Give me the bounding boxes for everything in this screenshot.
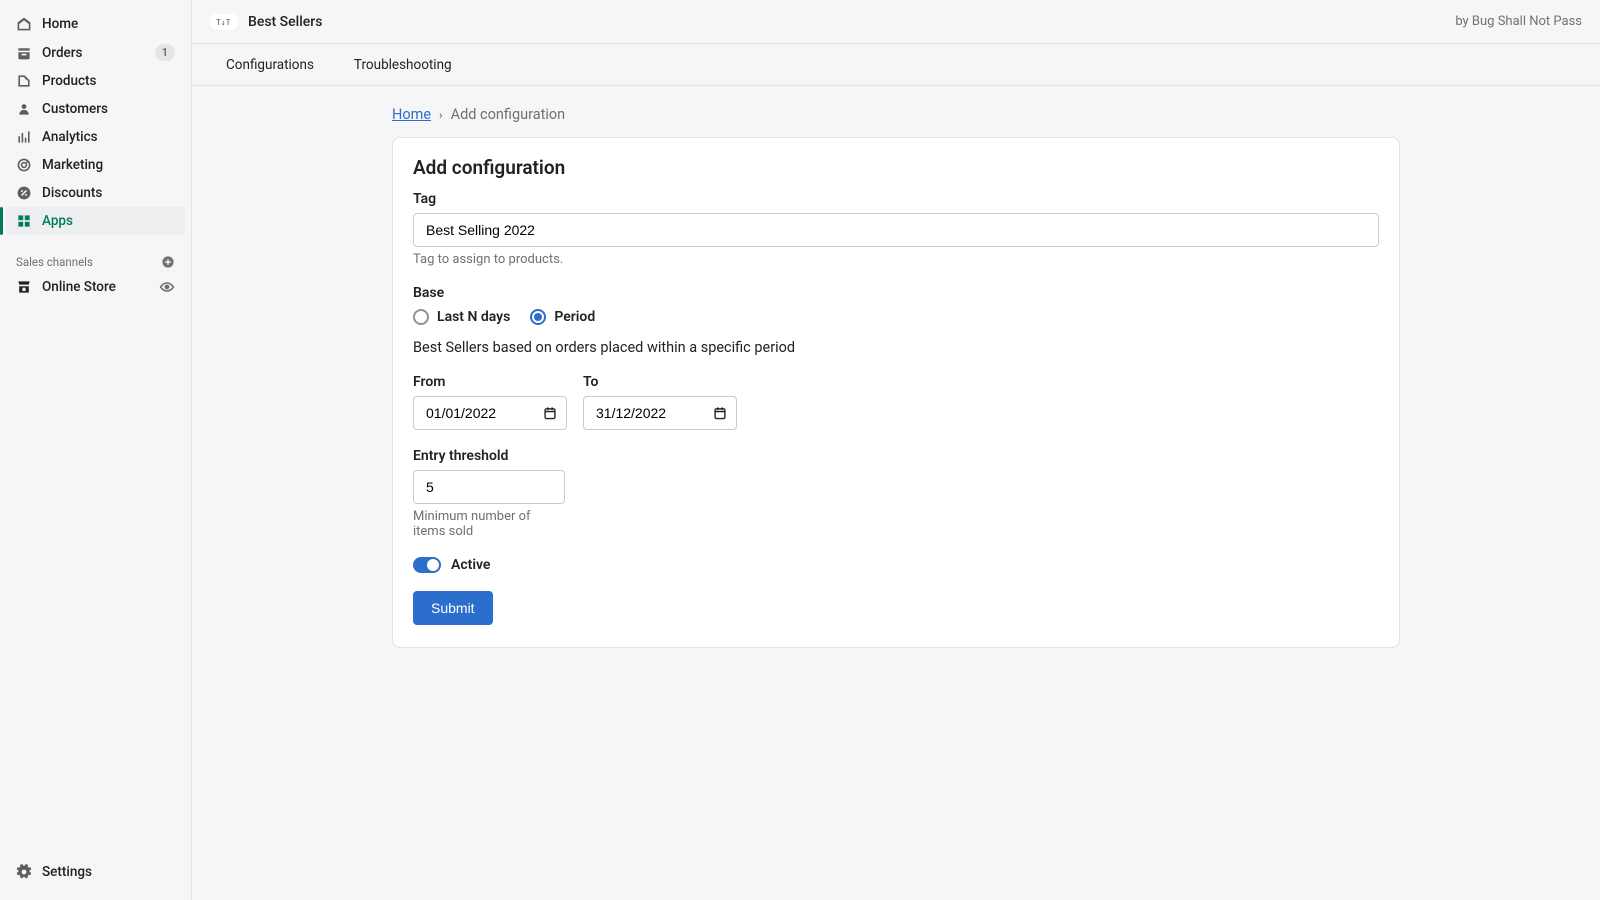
radio-circle-icon [413,309,429,325]
sales-channels-label: Sales channels [16,255,93,269]
discounts-icon [16,185,32,201]
threshold-label: Entry threshold [413,448,1379,464]
from-date-input[interactable] [413,396,567,430]
app-logo-badge: T↓T [210,14,238,30]
plus-circle-icon[interactable] [161,255,175,269]
sidebar: Home Orders 1 Products Customers [0,0,192,900]
online-store-label: Online Store [42,279,116,295]
svg-text:T↓T: T↓T [216,18,231,27]
sidebar-item-orders[interactable]: Orders 1 [6,38,185,67]
chevron-right-icon: › [439,108,443,122]
gear-icon [16,864,32,880]
base-label: Base [413,285,1379,301]
base-radio-group: Last N days Period [413,309,1379,325]
sidebar-item-label: Customers [42,101,108,117]
active-toggle[interactable] [413,557,441,573]
orders-badge: 1 [155,44,175,61]
radio-period[interactable]: Period [530,309,595,325]
sidebar-item-label: Orders [42,45,83,61]
tab-configurations[interactable]: Configurations [212,47,328,83]
sidebar-item-label: Products [42,73,96,89]
sidebar-item-label: Discounts [42,185,102,201]
eye-icon[interactable] [159,279,175,295]
breadcrumb-current: Add configuration [451,106,566,123]
sidebar-item-customers[interactable]: Customers [6,95,185,123]
tab-troubleshooting[interactable]: Troubleshooting [340,47,466,83]
sidebar-item-label: Apps [42,213,73,229]
settings-label: Settings [42,864,92,880]
sales-channels-header: Sales channels [0,245,191,273]
card-title: Add configuration [413,156,1379,179]
sidebar-item-label: Marketing [42,157,103,173]
submit-button[interactable]: Submit [413,591,493,625]
sidebar-item-apps[interactable]: Apps [6,207,185,235]
sidebar-item-label: Home [42,16,78,32]
threshold-input[interactable] [413,470,565,504]
sidebar-item-online-store[interactable]: Online Store [6,273,185,301]
analytics-icon [16,129,32,145]
radio-last-n-days[interactable]: Last N days [413,309,510,325]
breadcrumb: Home › Add configuration [392,106,1400,123]
orders-icon [16,45,32,61]
app-author: by Bug Shall Not Pass [1455,14,1582,29]
to-date-input[interactable] [583,396,737,430]
tag-help: Tag to assign to products. [413,252,1379,267]
customers-icon [16,101,32,117]
tag-input[interactable] [413,213,1379,247]
sidebar-item-analytics[interactable]: Analytics [6,123,185,151]
store-icon [16,279,32,295]
sidebar-item-home[interactable]: Home [6,10,185,38]
tag-label: Tag [413,191,1379,207]
home-icon [16,16,32,32]
app-title: Best Sellers [248,14,322,30]
sidebar-item-label: Analytics [42,129,98,145]
nav-primary: Home Orders 1 Products Customers [0,10,191,235]
products-icon [16,73,32,89]
sidebar-item-settings[interactable]: Settings [6,858,185,886]
radio-label: Period [554,309,595,325]
from-label: From [413,374,567,390]
marketing-icon [16,157,32,173]
base-description: Best Sellers based on orders placed with… [413,339,1379,356]
topbar: T↓T Best Sellers by Bug Shall Not Pass [192,0,1600,44]
active-label: Active [451,557,490,573]
sidebar-item-discounts[interactable]: Discounts [6,179,185,207]
sidebar-item-marketing[interactable]: Marketing [6,151,185,179]
to-label: To [583,374,737,390]
radio-label: Last N days [437,309,510,325]
apps-icon [16,213,32,229]
main: T↓T Best Sellers by Bug Shall Not Pass C… [192,0,1600,900]
app-icon: T↓T [216,17,232,27]
radio-circle-checked-icon [530,309,546,325]
threshold-help: Minimum number of items sold [413,509,563,539]
sidebar-item-products[interactable]: Products [6,67,185,95]
config-card: Add configuration Tag Tag to assign to p… [392,137,1400,648]
breadcrumb-home[interactable]: Home [392,106,431,123]
tabbar: Configurations Troubleshooting [192,44,1600,86]
